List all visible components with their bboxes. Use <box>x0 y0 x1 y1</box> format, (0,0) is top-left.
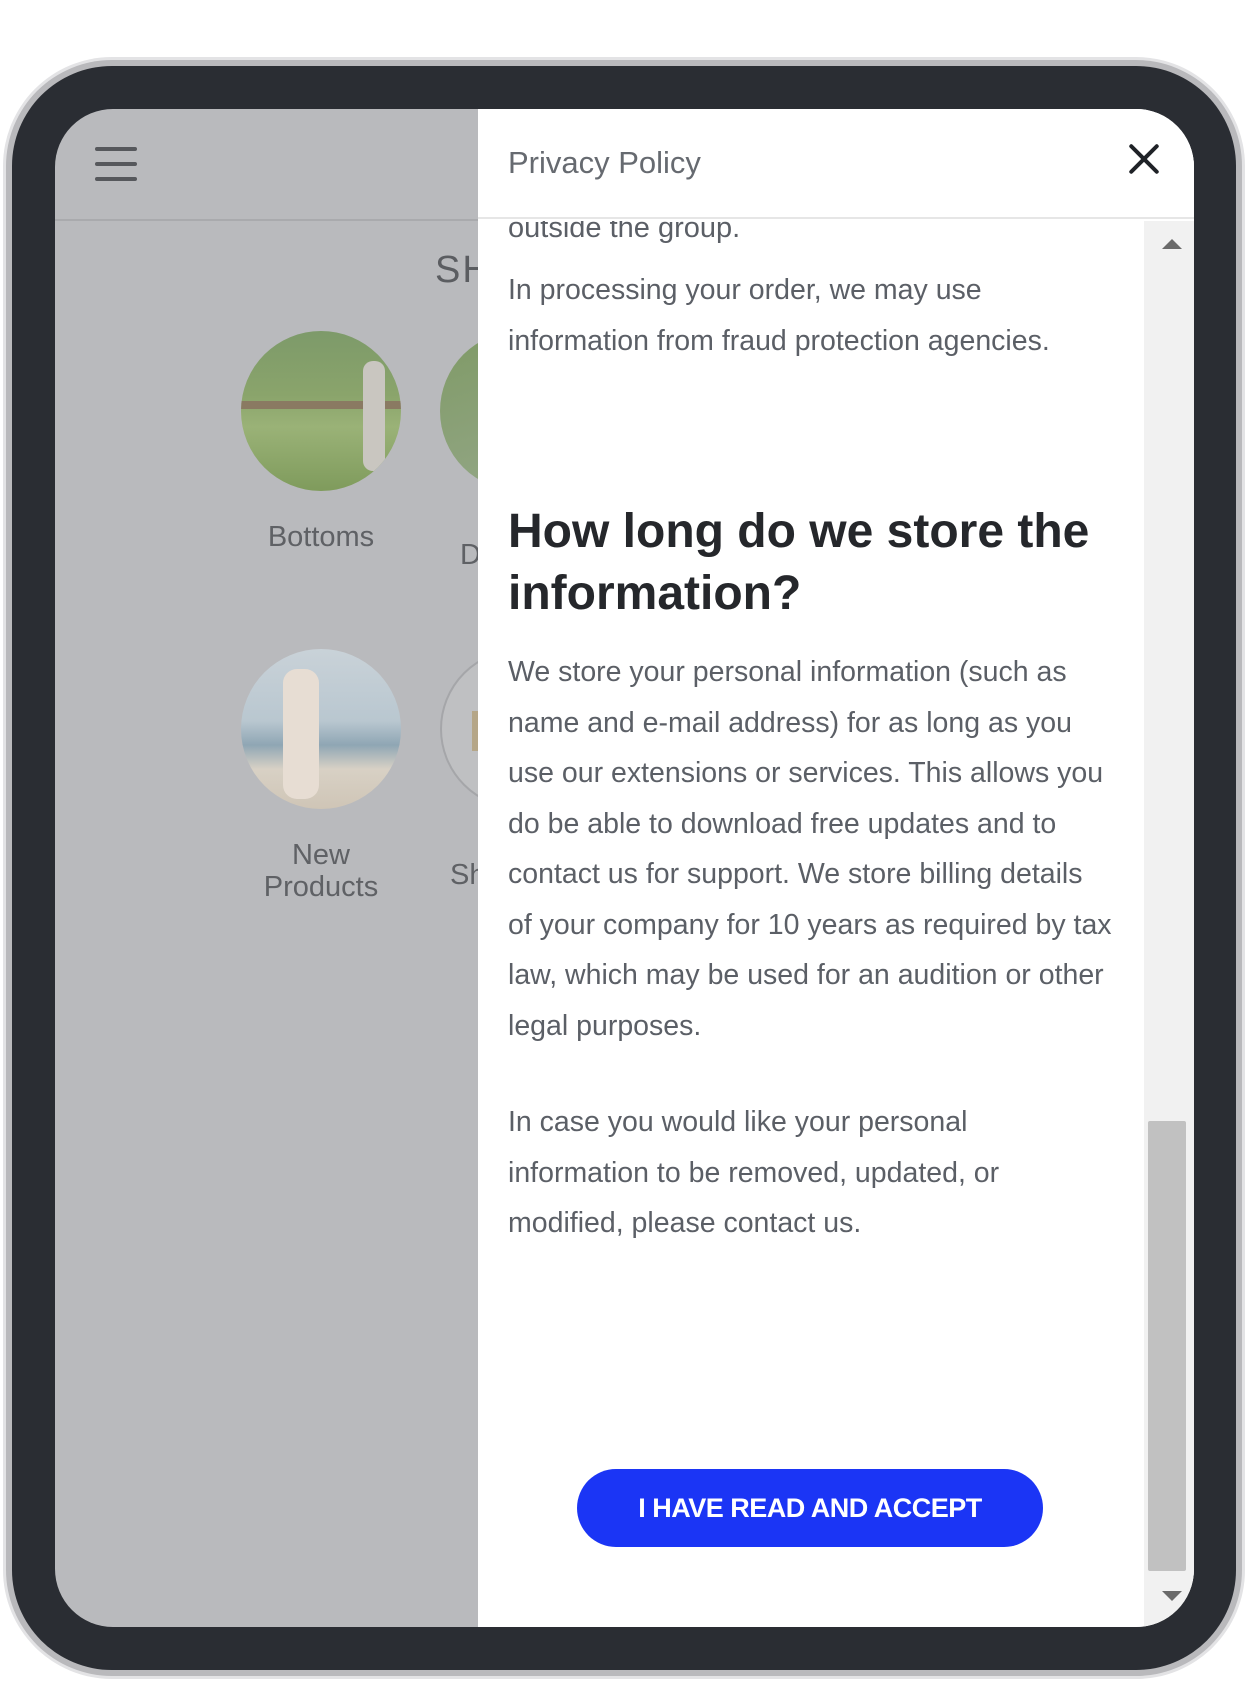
hamburger-menu-icon[interactable] <box>95 147 137 181</box>
scroll-up-arrow-icon[interactable] <box>1162 239 1182 249</box>
panel-title: Privacy Policy <box>508 145 701 180</box>
tablet-screen: SH Bottoms D New Products Sh Privacy Pol… <box>55 109 1194 1627</box>
category-image <box>241 649 401 809</box>
policy-heading: How long do we store the information? <box>508 505 1090 620</box>
policy-paragraph: We store your personal information (such… <box>508 656 1112 1042</box>
category-new-products[interactable]: New Products <box>221 649 421 903</box>
category-bottoms[interactable]: Bottoms <box>221 331 421 554</box>
policy-content: outside the group. In processing your or… <box>478 221 1144 1627</box>
category-image <box>241 331 401 491</box>
policy-paragraph: In processing your order, we may use inf… <box>508 274 1050 357</box>
accept-button[interactable]: I HAVE READ AND ACCEPT <box>577 1469 1043 1547</box>
scroll-thumb[interactable] <box>1148 1121 1186 1571</box>
policy-paragraph: In case you would like your personal inf… <box>508 1106 1000 1239</box>
close-icon[interactable] <box>1124 139 1164 179</box>
scrollbar[interactable] <box>1144 221 1194 1627</box>
category-label: Bottoms <box>267 521 375 553</box>
panel-header: Privacy Policy <box>478 109 1194 219</box>
tablet-frame: SH Bottoms D New Products Sh Privacy Pol… <box>12 66 1236 1670</box>
category-label: New Products <box>263 839 379 903</box>
scroll-down-arrow-icon[interactable] <box>1162 1591 1182 1601</box>
privacy-policy-panel: Privacy Policy outside the group. In pro… <box>478 109 1194 1627</box>
cut-off-text: outside the group. <box>508 221 741 244</box>
